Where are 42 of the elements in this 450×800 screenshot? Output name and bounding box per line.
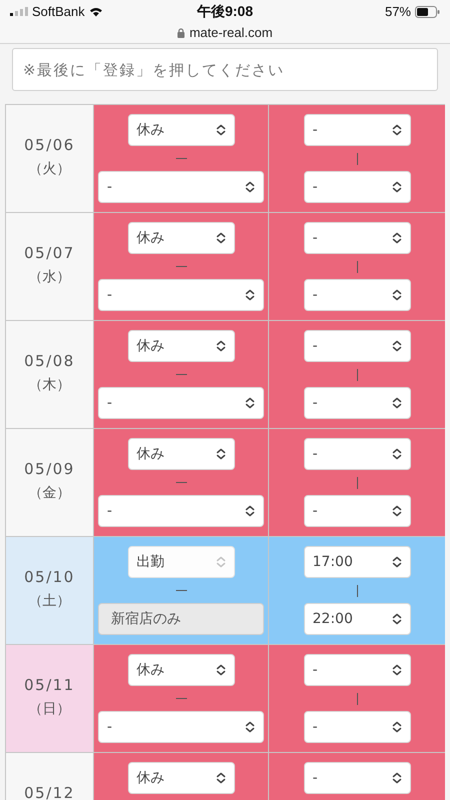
date-label: 05/07 [24, 244, 75, 262]
end-time-select[interactable]: - [304, 495, 410, 527]
shop-select[interactable]: - [98, 711, 264, 743]
weekday-label: （日） [28, 700, 70, 718]
status-select[interactable]: 休み [128, 654, 234, 686]
start-time-select[interactable]: - [304, 222, 410, 254]
end-time-select[interactable]: - [304, 279, 410, 311]
status-select[interactable]: 休み [128, 330, 234, 362]
date-label: 05/12 [24, 784, 75, 800]
end-time-select[interactable]: - [304, 711, 410, 743]
page-url[interactable]: mate-real.com [189, 25, 273, 40]
carrier-name: SoftBank [32, 4, 85, 19]
date-label: 05/10 [24, 568, 75, 586]
weekday-label: （木） [28, 376, 70, 394]
start-time-select[interactable]: - [304, 762, 410, 794]
shop-select[interactable]: - [98, 171, 264, 203]
weekday-label: （金） [28, 484, 70, 502]
start-time-select[interactable]: - [304, 114, 410, 146]
shop-select[interactable]: - [98, 495, 264, 527]
weekday-label: （土） [28, 592, 70, 610]
notice-field[interactable]: ※最後に「登録」を押してください [12, 48, 438, 91]
start-time-select[interactable]: - [304, 438, 410, 470]
date-label: 05/06 [24, 136, 75, 154]
clock-time: 午後9:08 [196, 2, 254, 20]
shop-select[interactable]: - [98, 387, 264, 419]
status-select[interactable]: 休み [128, 222, 234, 254]
weekday-label: （水） [28, 268, 70, 286]
weekday-label: （火） [28, 160, 70, 178]
status-select[interactable]: 休み [128, 114, 234, 146]
shop-select[interactable]: - [98, 279, 264, 311]
date-label: 05/11 [24, 676, 75, 694]
start-time-select[interactable]: 17:00 [304, 546, 410, 578]
status-select[interactable]: 休み [128, 762, 234, 794]
start-time-select[interactable]: - [304, 654, 410, 686]
end-time-select[interactable]: 22:00 [304, 603, 410, 635]
status-select[interactable]: 休み [128, 438, 234, 470]
battery-percent: 57% [384, 4, 411, 19]
end-time-select[interactable]: - [304, 171, 410, 203]
date-label: 05/09 [24, 460, 75, 478]
date-label: 05/08 [24, 352, 75, 370]
end-time-select[interactable]: - [304, 387, 410, 419]
start-time-select[interactable]: - [304, 330, 410, 362]
